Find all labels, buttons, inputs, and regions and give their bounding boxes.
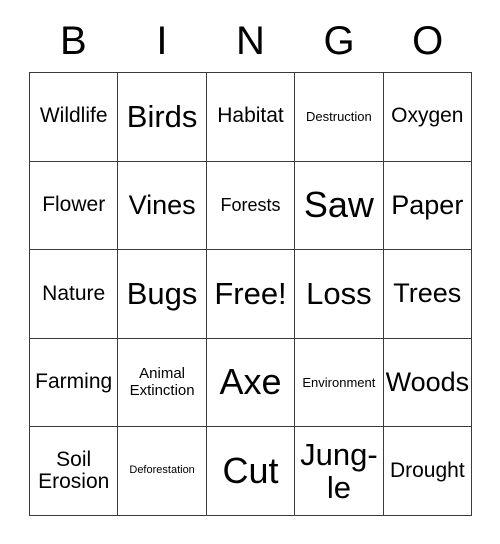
bingo-cell[interactable]: Bugs	[118, 250, 207, 339]
bingo-cell-label: Nature	[42, 281, 106, 305]
header-letter-i: I	[118, 16, 207, 66]
bingo-cell-label: Animal Extinction	[129, 365, 195, 399]
bingo-header-row: B I N G O	[29, 16, 472, 66]
bingo-cell-label: Trees	[393, 278, 462, 309]
bingo-cell-label: Birds	[126, 99, 198, 135]
bingo-cell-label: Wildlife	[39, 104, 108, 128]
bingo-cell-label: Deforestation	[129, 464, 195, 477]
bingo-cell-label: Bugs	[126, 276, 198, 312]
bingo-cell[interactable]: Saw	[295, 161, 384, 251]
bingo-cell[interactable]: Nature	[30, 250, 119, 339]
bingo-cell[interactable]: Deforestation	[118, 427, 207, 516]
header-letter-o-label: O	[412, 19, 444, 63]
bingo-cell[interactable]: Habitat	[206, 73, 296, 162]
bingo-cell-label: Loss	[306, 276, 372, 312]
bingo-cell-label: Saw	[303, 183, 374, 225]
header-letter-b-label: B	[59, 19, 87, 63]
bingo-cell[interactable]: Forests	[206, 161, 296, 251]
bingo-cell[interactable]: Paper	[383, 161, 472, 251]
bingo-cell-label: Farming	[35, 370, 113, 394]
header-letter-g-label: G	[323, 19, 355, 63]
bingo-cell[interactable]: Cut	[206, 427, 296, 516]
bingo-cell[interactable]: Animal Extinction	[118, 338, 207, 428]
bingo-cell[interactable]: Oxygen	[383, 73, 472, 162]
bingo-card: B I N G O Wildlife Birds Habitat Destruc…	[0, 0, 500, 544]
bingo-cell[interactable]: Wildlife	[30, 73, 119, 162]
bingo-cell-label: Cut	[222, 449, 279, 491]
bingo-cell-label: Paper	[391, 189, 464, 220]
bingo-cell[interactable]: Destruction	[295, 73, 384, 162]
header-letter-b: B	[29, 16, 118, 66]
bingo-cell[interactable]: Axe	[206, 338, 296, 428]
bingo-grid: Wildlife Birds Habitat Destruction Oxyge…	[29, 72, 472, 516]
bingo-cell-label: Woods	[385, 367, 470, 398]
bingo-cell[interactable]: Jung- le	[295, 427, 384, 516]
bingo-cell-label: Oxygen	[391, 104, 464, 128]
bingo-cell-label: Habitat	[217, 104, 284, 128]
bingo-cell-label: Soil Erosion	[38, 447, 110, 494]
header-letter-i-label: I	[156, 19, 168, 63]
bingo-cell[interactable]: Soil Erosion	[30, 427, 119, 516]
bingo-cell[interactable]: Vines	[118, 161, 207, 251]
bingo-cell-label: Environment	[302, 374, 376, 390]
bingo-cell[interactable]: Environment	[295, 338, 384, 428]
bingo-cell-label: Drought	[389, 458, 465, 482]
bingo-cell-label: Flower	[42, 193, 106, 217]
bingo-cell-label: Jung- le	[300, 436, 378, 506]
header-letter-n-label: N	[236, 19, 265, 63]
bingo-cell-label: Free!	[214, 276, 287, 312]
bingo-cell-label: Axe	[219, 361, 282, 403]
bingo-cell-label: Forests	[220, 194, 281, 215]
bingo-cell[interactable]: Woods	[383, 338, 472, 428]
header-letter-o: O	[383, 16, 472, 66]
bingo-cell[interactable]: Flower	[30, 161, 119, 251]
bingo-cell-free[interactable]: Free!	[206, 250, 296, 339]
header-letter-g: G	[295, 16, 384, 66]
header-letter-n: N	[206, 16, 295, 66]
bingo-cell[interactable]: Loss	[295, 250, 384, 339]
bingo-cell-label: Destruction	[306, 108, 372, 124]
bingo-cell-label: Vines	[128, 189, 196, 220]
bingo-cell[interactable]: Trees	[383, 250, 472, 339]
bingo-cell[interactable]: Farming	[30, 338, 119, 428]
bingo-cell[interactable]: Birds	[118, 73, 207, 162]
bingo-cell[interactable]: Drought	[383, 427, 472, 516]
